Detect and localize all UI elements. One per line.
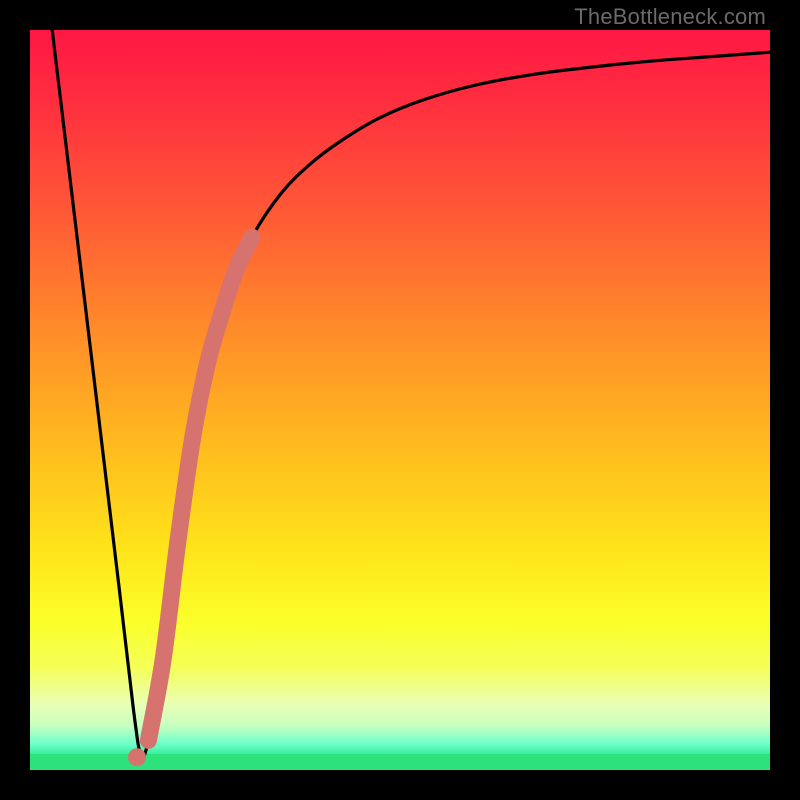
chart-frame: TheBottleneck.com [0,0,800,800]
watermark-text: TheBottleneck.com [574,4,766,30]
plot-svg [30,30,770,770]
curve-hook-dot [128,748,146,766]
gradient-background [30,30,770,770]
plot-area [30,30,770,770]
